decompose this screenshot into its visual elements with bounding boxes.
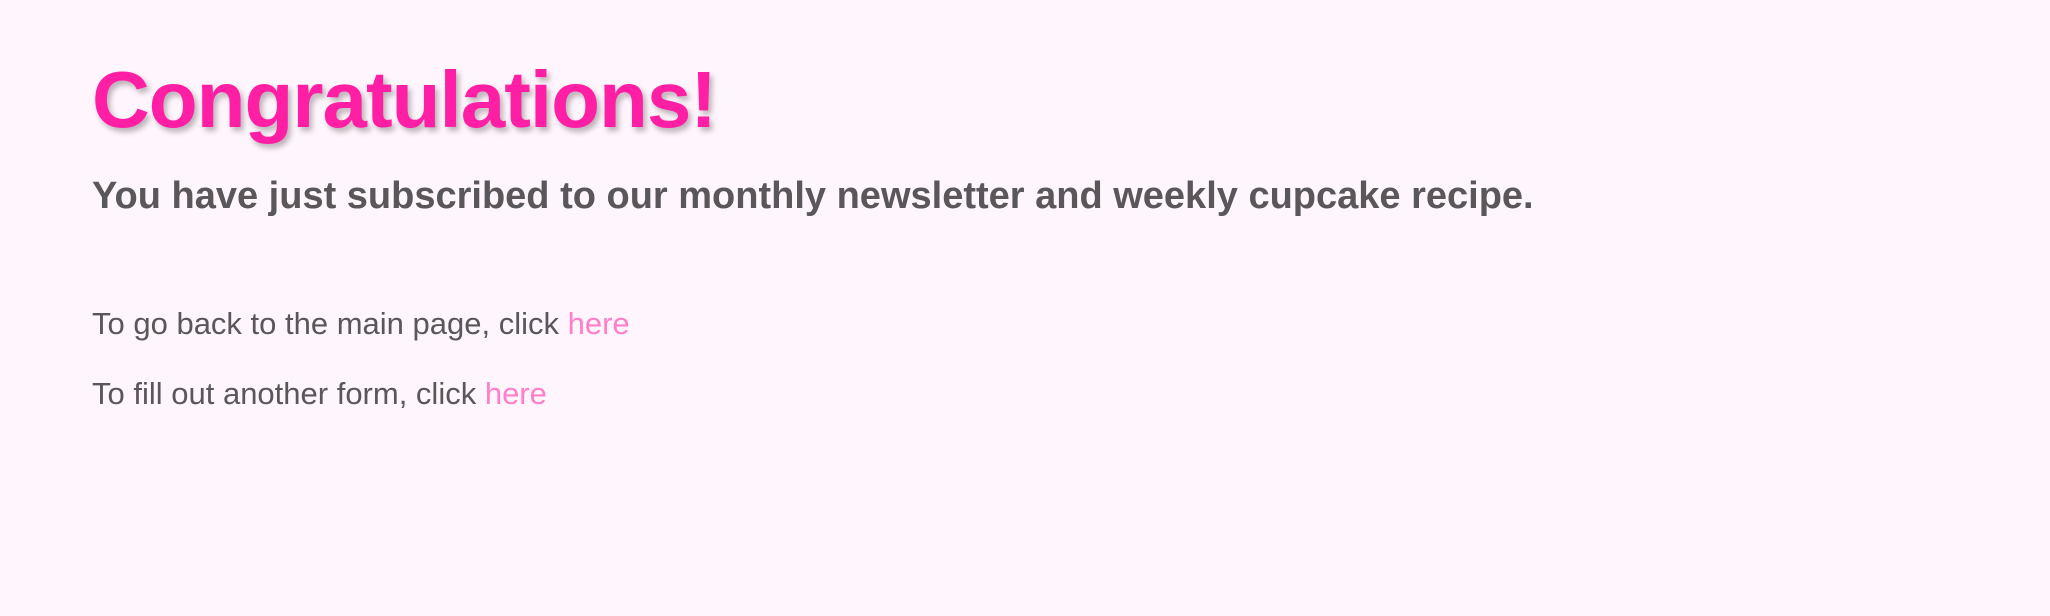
confirmation-page: Congratulations! You have just subscribe… <box>0 0 2050 616</box>
main-page-line: To go back to the main page, click here <box>92 304 630 344</box>
another-form-text: To fill out another form, click <box>92 376 485 411</box>
another-form-link[interactable]: here <box>485 376 547 411</box>
main-page-link[interactable]: here <box>568 306 630 341</box>
main-page-text: To go back to the main page, click <box>92 306 568 341</box>
subscription-message: You have just subscribed to our monthly … <box>92 175 1534 217</box>
another-form-line: To fill out another form, click here <box>92 374 547 414</box>
page-title: Congratulations! <box>92 55 717 144</box>
